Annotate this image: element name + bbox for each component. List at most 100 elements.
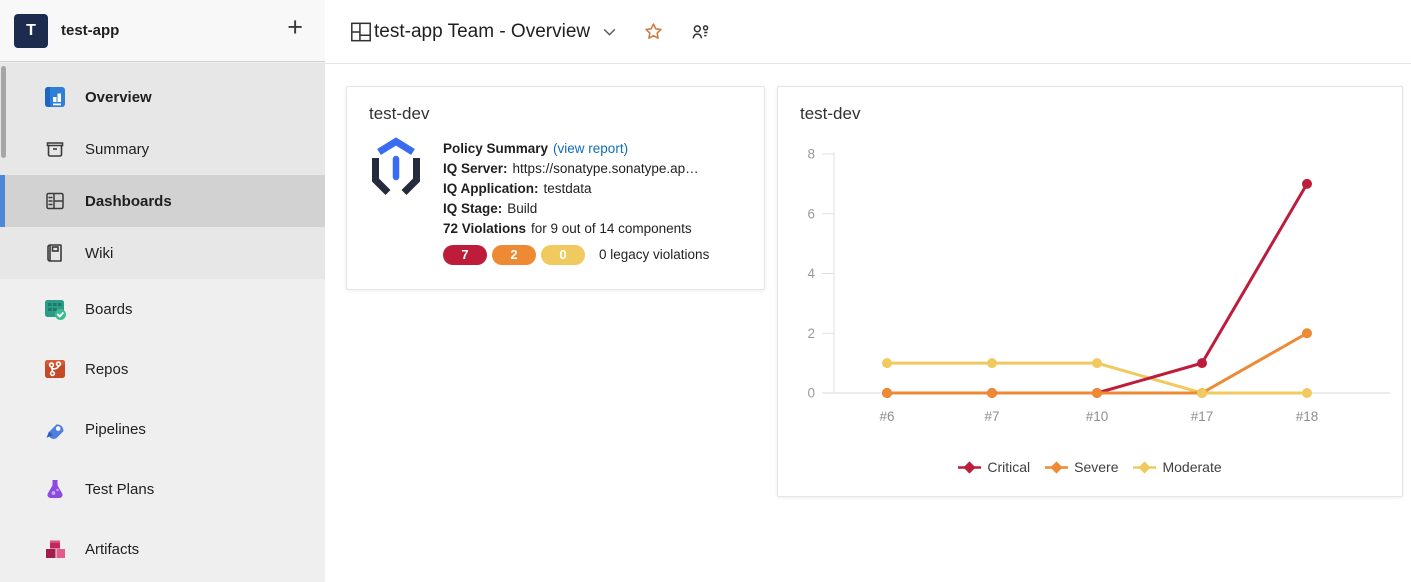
- sidebar-item-label: Test Plans: [85, 481, 154, 498]
- data-point-moderate-#7[interactable]: [987, 358, 997, 368]
- policy-summary-label: Policy Summary: [443, 141, 548, 156]
- project-header: T test-app +: [0, 0, 325, 62]
- iq-stage-label: IQ Stage:: [443, 201, 502, 216]
- add-button[interactable]: +: [287, 14, 303, 41]
- sonatype-lifecycle-logo: [367, 136, 425, 207]
- data-point-moderate-#18[interactable]: [1302, 388, 1312, 398]
- sidebar-item-label: Repos: [85, 361, 128, 378]
- violation-badges-row: 720 0 legacy violations: [443, 245, 709, 265]
- favorite-star-icon[interactable]: [643, 21, 664, 42]
- trend-chart-widget: test-dev 02468#6#7#10#17#18 CriticalSeve…: [777, 86, 1403, 497]
- sidebar-item-label: Artifacts: [85, 541, 139, 558]
- artifacts-icon: [42, 536, 68, 562]
- sidebar-item-artifacts[interactable]: Artifacts: [0, 519, 325, 579]
- policy-summary-body: Policy Summary (view report) IQ Server: ht…: [443, 139, 709, 265]
- sidebar-item-test-plans[interactable]: Test Plans: [0, 459, 325, 519]
- legend-item-severe[interactable]: Severe: [1045, 459, 1118, 475]
- iq-application-label: IQ Application:: [443, 181, 539, 196]
- team-icon[interactable]: [690, 21, 712, 43]
- x-axis-label: #18: [1296, 409, 1319, 424]
- sidebar-item-repos[interactable]: Repos: [0, 339, 325, 399]
- boards-icon: [42, 296, 68, 322]
- legend-label: Severe: [1074, 459, 1118, 475]
- x-axis-label: #7: [984, 409, 999, 424]
- y-axis-label: 2: [807, 326, 815, 341]
- data-point-severe-#18[interactable]: [1302, 328, 1312, 338]
- dashboard-header: test-app Team - Overview: [325, 0, 1411, 64]
- legend-marker-moderate: [1133, 461, 1156, 474]
- widget-title: test-dev: [369, 104, 429, 124]
- y-axis-label: 0: [807, 386, 815, 401]
- y-axis-label: 8: [807, 147, 815, 162]
- repos-icon: [42, 356, 68, 382]
- sidebar-item-overview[interactable]: Overview: [0, 71, 325, 123]
- policy-summary-line: Policy Summary (view report): [443, 139, 709, 159]
- data-point-moderate-#10[interactable]: [1092, 358, 1102, 368]
- sidebar-scrollbar[interactable]: [1, 66, 6, 158]
- severe-count-badge: 2: [492, 245, 536, 265]
- chevron-down-icon[interactable]: [601, 23, 618, 40]
- sidebar-item-label: Pipelines: [85, 421, 146, 438]
- wiki-icon: [42, 240, 68, 266]
- legend-marker-severe: [1045, 461, 1068, 474]
- iq-server-label: IQ Server:: [443, 161, 508, 176]
- summary-icon: [42, 136, 68, 162]
- data-point-severe-#6[interactable]: [882, 388, 892, 398]
- y-axis-label: 6: [807, 206, 815, 221]
- violations-line: 72 Violations for 9 out of 14 components: [443, 219, 709, 239]
- dashboards-icon: [42, 188, 68, 214]
- legacy-violations-text: 0 legacy violations: [599, 245, 709, 265]
- legend-label: Critical: [987, 459, 1030, 475]
- sidebar-item-dashboards[interactable]: Dashboards: [0, 175, 325, 227]
- chart-legend: Critical Severe Moderate: [778, 459, 1402, 475]
- sidebar-hub-group: Overview Summary Dashboards Wiki: [0, 63, 325, 279]
- data-point-critical-#18[interactable]: [1302, 179, 1312, 189]
- violations-count-label: 72 Violations: [443, 221, 526, 236]
- moderate-count-badge: 0: [541, 245, 585, 265]
- violations-detail: for 9 out of 14 components: [531, 221, 692, 236]
- iq-application-line: IQ Application: testdata: [443, 179, 709, 199]
- sidebar-item-summary[interactable]: Summary: [0, 123, 325, 175]
- legend-label: Moderate: [1162, 459, 1221, 475]
- badge-container: 720: [443, 245, 590, 265]
- legend-item-critical[interactable]: Critical: [958, 459, 1030, 475]
- pipelines-icon: [42, 416, 68, 442]
- x-axis-label: #10: [1086, 409, 1109, 424]
- sidebar-item-label: Boards: [85, 301, 133, 318]
- violations-trend-chart: 0 2 4 6 8 #6 #7 #10 #17 #18: [778, 87, 1402, 447]
- legend-item-moderate[interactable]: Moderate: [1133, 459, 1221, 475]
- x-axis-label: #17: [1191, 409, 1214, 424]
- data-point-severe-#7[interactable]: [987, 388, 997, 398]
- sidebar-service-group: Boards Repos Pipelines Test Plans Artifacts: [0, 279, 325, 579]
- iq-application-value: testdata: [544, 181, 592, 196]
- iq-server-value: https://sonatype.sonatype.ap…: [513, 161, 699, 176]
- sidebar-item-label: Dashboards: [85, 193, 172, 210]
- iq-stage-value: Build: [507, 201, 537, 216]
- data-point-critical-#17[interactable]: [1197, 358, 1207, 368]
- azure-devops-dashboard-page: { "colors": { "critical": "#bd1c3b", "se…: [0, 0, 1411, 582]
- legend-marker-critical: [958, 461, 981, 474]
- page-title: test-app Team - Overview: [374, 21, 590, 43]
- sidebar-item-wiki[interactable]: Wiki: [0, 227, 325, 279]
- data-point-moderate-#17[interactable]: [1197, 388, 1207, 398]
- test-plans-icon: [42, 476, 68, 502]
- sidebar-item-boards[interactable]: Boards: [0, 279, 325, 339]
- policy-summary-widget: test-dev Policy Summary (view report) IQ …: [346, 86, 765, 290]
- iq-server-line: IQ Server: https://sonatype.sonatype.ap…: [443, 159, 709, 179]
- view-report-link[interactable]: (view report): [553, 141, 628, 156]
- project-avatar[interactable]: T: [14, 14, 48, 48]
- sidebar-item-pipelines[interactable]: Pipelines: [0, 399, 325, 459]
- x-axis-label: #6: [879, 409, 894, 424]
- data-point-severe-#10[interactable]: [1092, 388, 1102, 398]
- y-axis-label: 4: [807, 266, 815, 281]
- critical-count-badge: 7: [443, 245, 487, 265]
- sidebar: T test-app + Overview Summary Dashboards Wi…: [0, 0, 325, 582]
- dashboard-grid-icon: [348, 19, 374, 45]
- sidebar-item-label: Summary: [85, 141, 149, 158]
- sidebar-item-label: Wiki: [85, 245, 113, 262]
- data-point-moderate-#6[interactable]: [882, 358, 892, 368]
- overview-icon: [42, 84, 68, 110]
- iq-stage-line: IQ Stage: Build: [443, 199, 709, 219]
- sidebar-item-label: Overview: [85, 89, 152, 106]
- project-name[interactable]: test-app: [61, 22, 119, 39]
